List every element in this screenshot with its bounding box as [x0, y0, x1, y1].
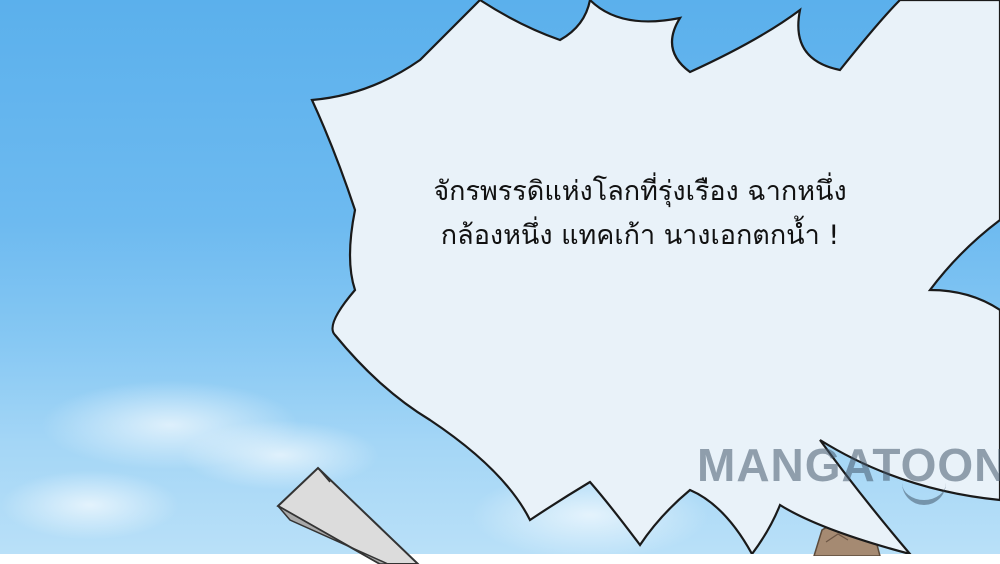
speech-bubble-text: จักรพรรดิแห่งโลกที่รุ่งเรือง ฉากหนึ่ง กล…: [360, 170, 920, 258]
speech-line-2: กล้องหนึ่ง แทคเก้า นางเอกตกน้ำ !: [440, 220, 840, 251]
speech-line-1: จักรพรรดิแห่งโลกที่รุ่งเรือง ฉากหนึ่ง: [433, 176, 847, 207]
comic-panel: จักรพรรดิแห่งโลกที่รุ่งเรือง ฉากหนึ่ง กล…: [0, 0, 1000, 564]
mangatoon-watermark: MANGATOON: [697, 439, 1000, 491]
